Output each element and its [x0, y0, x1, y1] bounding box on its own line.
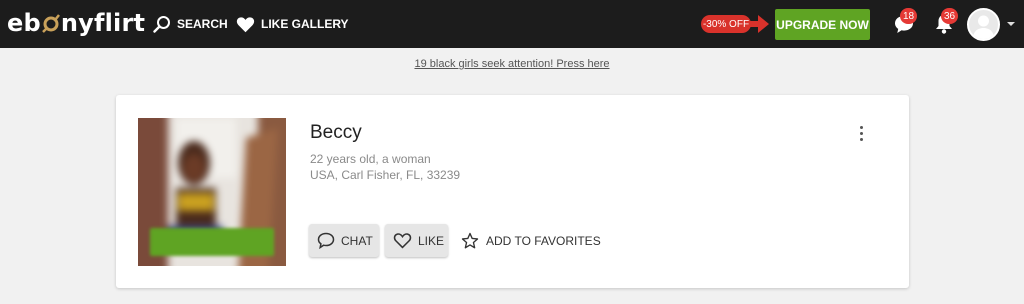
chat-button[interactable]: CHAT: [309, 224, 379, 257]
heart-outline-icon: [393, 233, 412, 249]
nav-like-gallery[interactable]: LIKE GALLERY: [236, 0, 349, 48]
upgrade-now-button[interactable]: UPGRADE NOW: [775, 9, 870, 40]
profile-photo[interactable]: [138, 118, 286, 266]
gender-symbol-icon: [41, 14, 60, 33]
nav-like-gallery-label: LIKE GALLERY: [261, 17, 349, 31]
chat-button-label: CHAT: [341, 233, 373, 248]
more-options-button[interactable]: [855, 126, 867, 144]
dot: [859, 138, 863, 141]
profile-card: Beccy 22 years old, a woman USA, Carl Fi…: [116, 95, 909, 288]
user-avatar[interactable]: [967, 8, 1000, 41]
messages-count-badge: 18: [900, 8, 918, 24]
photo-overlay-button: [150, 228, 274, 256]
dot: [859, 132, 863, 135]
chat-bubble-outline-icon: [317, 232, 335, 249]
profile-age: 22 years old, a woman: [310, 152, 431, 166]
account-dropdown-caret[interactable]: [1007, 22, 1015, 26]
logo-text-end: nyflirt: [60, 9, 146, 37]
nav-search-label: SEARCH: [177, 17, 228, 31]
top-navigation-bar: eb nyflirt SEARCH LIKE GALLERY -30% OFF U…: [0, 0, 1024, 48]
avatar-silhouette-icon: [973, 15, 994, 39]
profile-location: USA, Carl Fisher, FL, 33239: [310, 168, 461, 182]
promo-link[interactable]: 19 black girls seek attention! Press her…: [0, 58, 1024, 70]
add-to-favorites-label: ADD TO FAVORITES: [486, 233, 601, 248]
star-outline-icon: [461, 232, 479, 248]
add-to-favorites-button[interactable]: ADD TO FAVORITES: [461, 224, 601, 257]
like-button-label: LIKE: [418, 233, 445, 248]
heart-icon: [236, 16, 255, 32]
nav-search[interactable]: SEARCH: [153, 0, 228, 48]
dot: [859, 126, 863, 129]
search-icon: [153, 16, 170, 33]
notifications-count-badge: 36: [941, 8, 959, 24]
profile-name: Beccy: [310, 122, 362, 143]
like-button[interactable]: LIKE: [385, 224, 448, 257]
arrow-right-icon: [749, 15, 769, 33]
discount-badge: -30% OFF: [701, 15, 751, 33]
logo-text-start: eb: [7, 9, 41, 37]
site-logo[interactable]: eb nyflirt: [7, 8, 145, 38]
